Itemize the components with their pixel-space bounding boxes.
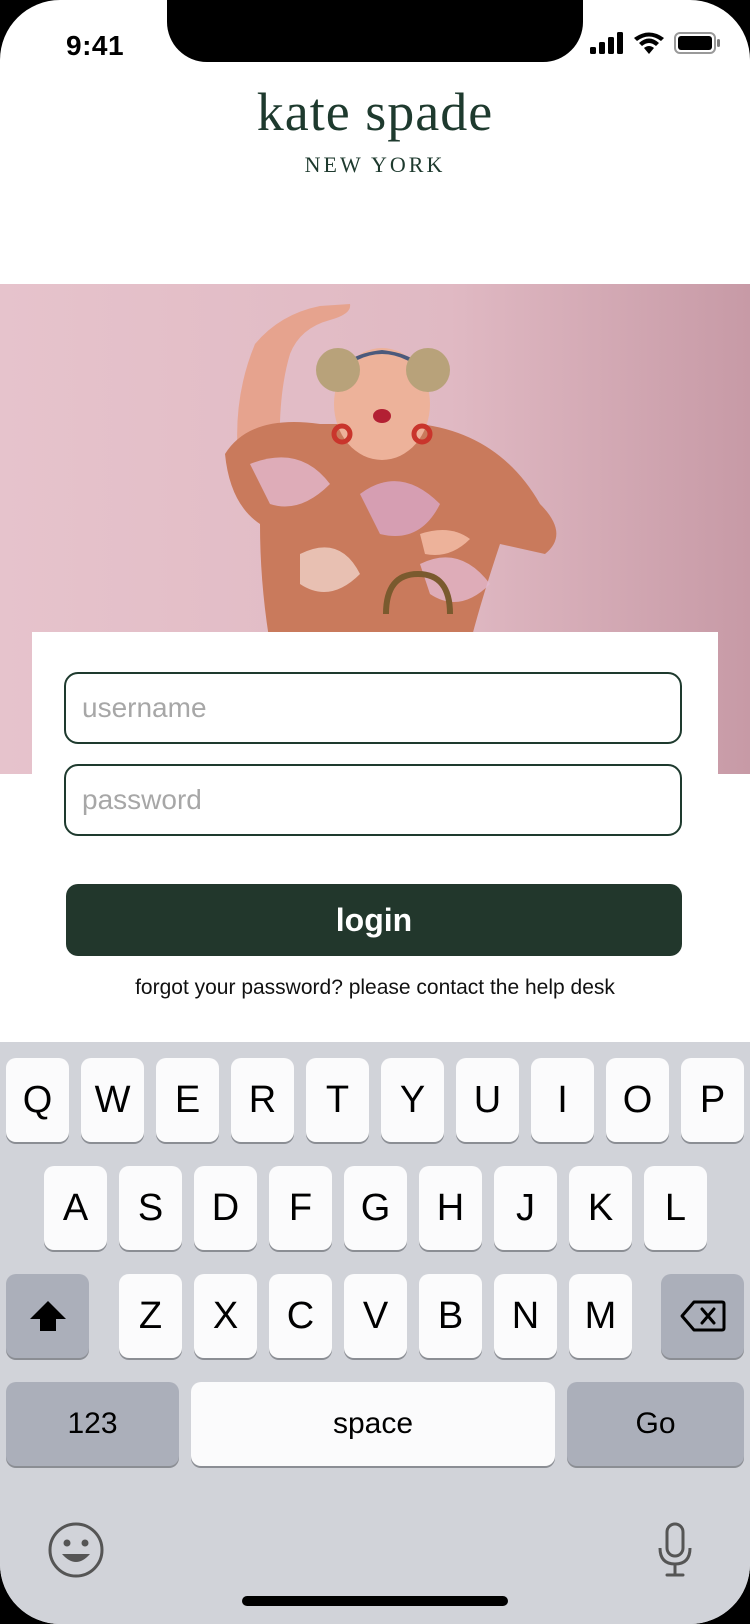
signal-icon: [590, 32, 623, 54]
space-key[interactable]: space: [191, 1382, 555, 1466]
shift-key[interactable]: [6, 1274, 89, 1358]
keyboard: Q W E R T Y U I O P A S D F G H J K L Z …: [0, 1042, 750, 1624]
key-f[interactable]: F: [269, 1166, 332, 1250]
key-h[interactable]: H: [419, 1166, 482, 1250]
backspace-key[interactable]: [661, 1274, 744, 1358]
key-g[interactable]: G: [344, 1166, 407, 1250]
password-field[interactable]: [64, 764, 682, 836]
wifi-icon: [634, 32, 664, 54]
key-b[interactable]: B: [419, 1274, 482, 1358]
key-w[interactable]: W: [81, 1058, 144, 1142]
status-icons: [590, 32, 720, 54]
numbers-key[interactable]: 123: [6, 1382, 179, 1466]
key-m[interactable]: M: [569, 1274, 632, 1358]
key-i[interactable]: I: [531, 1058, 594, 1142]
forgot-password-text[interactable]: forgot your password? please contact the…: [0, 976, 750, 1000]
key-x[interactable]: X: [194, 1274, 257, 1358]
key-o[interactable]: O: [606, 1058, 669, 1142]
key-s[interactable]: S: [119, 1166, 182, 1250]
shift-icon: [29, 1301, 66, 1331]
key-u[interactable]: U: [456, 1058, 519, 1142]
key-a[interactable]: A: [44, 1166, 107, 1250]
password-input[interactable]: [66, 766, 680, 834]
backspace-icon: [680, 1300, 725, 1332]
username-input[interactable]: [66, 674, 680, 742]
key-n[interactable]: N: [494, 1274, 557, 1358]
status-time: 9:41: [66, 30, 125, 61]
go-key[interactable]: Go: [567, 1382, 744, 1466]
login-screen: 9:41 kate spade NEW YORK username login …: [0, 0, 750, 1624]
home-indicator: [242, 1596, 508, 1606]
battery-icon: [674, 32, 720, 54]
key-l[interactable]: L: [644, 1166, 707, 1250]
notch: [167, 0, 583, 62]
key-r[interactable]: R: [231, 1058, 294, 1142]
key-z[interactable]: Z: [119, 1274, 182, 1358]
login-button[interactable]: login: [66, 884, 682, 956]
key-d[interactable]: D: [194, 1166, 257, 1250]
brand-name: kate spade: [256, 82, 494, 142]
key-q[interactable]: Q: [6, 1058, 69, 1142]
key-t[interactable]: T: [306, 1058, 369, 1142]
key-e[interactable]: E: [156, 1058, 219, 1142]
microphone-icon[interactable]: [655, 1520, 695, 1580]
key-k[interactable]: K: [569, 1166, 632, 1250]
username-field[interactable]: [64, 672, 682, 744]
emoji-icon[interactable]: [46, 1520, 106, 1580]
key-j[interactable]: J: [494, 1166, 557, 1250]
key-v[interactable]: V: [344, 1274, 407, 1358]
key-y[interactable]: Y: [381, 1058, 444, 1142]
brand-subtitle: NEW YORK: [304, 152, 446, 177]
key-c[interactable]: C: [269, 1274, 332, 1358]
key-p[interactable]: P: [681, 1058, 744, 1142]
brand-logo: kate spade NEW YORK: [0, 82, 750, 178]
